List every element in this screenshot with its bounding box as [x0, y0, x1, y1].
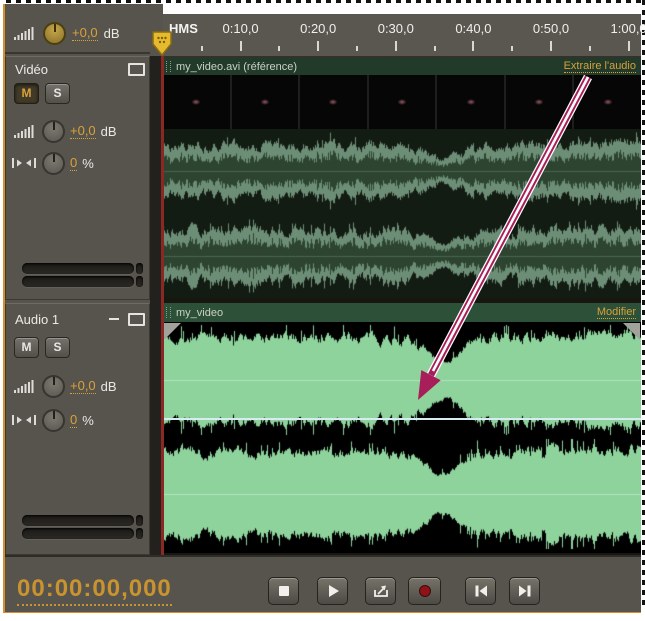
master-volume-knob[interactable]	[43, 21, 66, 45]
ruler-major-tick	[627, 41, 630, 51]
fade-out-handle[interactable]	[623, 323, 640, 340]
video-pan-value[interactable]: 0	[70, 155, 78, 171]
video-clip-titlebar[interactable]: my_video.avi (référence) Extraire l'audi…	[163, 58, 641, 75]
video-track-panel: Vidéo M S +0,0 dB 0 %	[5, 56, 150, 300]
volume-bars-icon	[14, 125, 34, 138]
ruler-tick-label: 0:10,0	[222, 21, 259, 36]
video-level-meter	[22, 263, 143, 287]
audio-solo-button[interactable]: S	[45, 336, 70, 358]
clip-drag-grip-icon[interactable]	[166, 61, 171, 72]
separator	[5, 52, 150, 54]
volume-envelope-line[interactable]	[163, 418, 641, 420]
ruler-major-tick	[317, 41, 320, 51]
ruler-minor-tick	[433, 46, 436, 51]
video-thumbnail	[369, 75, 438, 129]
audio-clip-waveform[interactable]	[163, 322, 641, 553]
video-track-name: Vidéo	[15, 62, 49, 77]
video-thumbnail	[437, 75, 506, 129]
video-clip-waveform	[163, 129, 641, 298]
video-pan-unit: %	[82, 155, 94, 171]
video-thumbnail-strip	[163, 75, 641, 129]
video-thumbnail	[232, 75, 301, 129]
next-icon	[518, 585, 530, 597]
ruler-tick-label: 0:20,0	[300, 21, 337, 36]
ruler-unit-label: HMS	[169, 21, 198, 36]
extract-audio-link[interactable]: Extraire l'audio	[563, 60, 636, 73]
transport-bar: 00:00:00,000	[5, 555, 641, 612]
ruler-major-tick	[239, 41, 242, 51]
master-volume-row: +0,0 dB	[13, 21, 120, 45]
loop-playback-icon	[373, 585, 388, 597]
ruler-tick-label: 1:00,0	[610, 21, 645, 36]
audio-volume-value[interactable]: +0,0	[70, 378, 96, 394]
master-volume-value[interactable]: +0,0	[72, 25, 98, 41]
go-to-next-button[interactable]	[509, 577, 540, 605]
audio-clip-titlebar[interactable]: my_video Modifier	[163, 303, 641, 322]
fade-in-handle[interactable]	[164, 323, 181, 340]
volume-bars-icon	[14, 27, 34, 40]
video-volume-value[interactable]: +0,0	[70, 123, 96, 139]
ruler-minor-tick	[200, 46, 203, 51]
ruler-minor-tick	[278, 46, 281, 51]
ruler-tick-label: 0:30,0	[377, 21, 414, 36]
go-to-previous-button[interactable]	[465, 577, 496, 605]
timecode-display[interactable]: 00:00:00,000	[17, 575, 172, 606]
expand-panel-icon[interactable]	[128, 313, 145, 326]
stop-button[interactable]	[268, 577, 299, 605]
record-button[interactable]	[408, 577, 441, 605]
ruler-minor-tick	[511, 46, 514, 51]
audio-clip-title: my_video	[176, 306, 224, 319]
video-thumbnail	[574, 75, 641, 129]
audio-pan-unit: %	[82, 412, 94, 428]
ruler-tick-label: 0:40,0	[455, 21, 492, 36]
minimize-icon[interactable]	[109, 318, 119, 320]
audio-pan-knob[interactable]	[42, 408, 65, 432]
audio-track-name: Audio 1	[15, 312, 60, 327]
audio-track-panel: Audio 1 M S +0,0 dB 0 %	[5, 303, 150, 555]
video-volume-unit: dB	[100, 123, 117, 139]
ruler-minor-tick	[588, 46, 591, 51]
video-thumbnail	[163, 75, 232, 129]
timeline-ruler[interactable]: HMS 0:10,0 0:20,0 0:30,0 0:40,0 0:50,0 1:00,0	[163, 14, 645, 58]
record-icon	[418, 585, 431, 597]
ruler-major-tick	[472, 41, 475, 51]
expand-panel-icon[interactable]	[128, 63, 145, 76]
audio-pan-value[interactable]: 0	[70, 412, 78, 428]
audio-mute-button[interactable]: M	[14, 336, 39, 358]
stop-icon	[278, 586, 289, 596]
previous-icon	[475, 585, 487, 597]
audio-level-meter	[22, 515, 143, 539]
video-pan-knob[interactable]	[42, 151, 65, 175]
ruler-minor-tick	[356, 46, 358, 51]
play-button[interactable]	[317, 577, 348, 605]
clip-drag-grip-icon[interactable]	[166, 307, 171, 318]
ruler-tick-label: 0:50,0	[532, 21, 570, 36]
video-thumbnail	[506, 75, 575, 129]
master-volume-unit: dB	[103, 25, 120, 41]
playhead-line	[161, 56, 164, 555]
playhead-marker-icon[interactable]	[151, 30, 173, 57]
video-clip-title: my_video.avi (référence)	[176, 60, 298, 73]
video-thumbnail	[300, 75, 369, 129]
loop-playback-button[interactable]	[365, 577, 396, 605]
crop-dashed-border-top	[6, 0, 645, 3]
play-icon	[328, 585, 339, 597]
modify-link[interactable]: Modifier	[596, 306, 636, 319]
ruler-major-tick	[550, 41, 552, 51]
video-mute-button[interactable]: M	[14, 82, 39, 104]
audio-volume-knob[interactable]	[42, 374, 65, 398]
pan-icon	[12, 415, 36, 425]
audio-volume-unit: dB	[100, 378, 117, 394]
video-solo-button[interactable]: S	[45, 82, 70, 104]
ruler-major-tick	[394, 41, 397, 51]
video-volume-knob[interactable]	[42, 119, 65, 143]
pan-icon	[12, 158, 36, 168]
volume-bars-icon	[14, 380, 34, 393]
app-window: +0,0 dB Vidéo M S +0,0 dB 0 % Audio 1 M …	[0, 0, 645, 621]
